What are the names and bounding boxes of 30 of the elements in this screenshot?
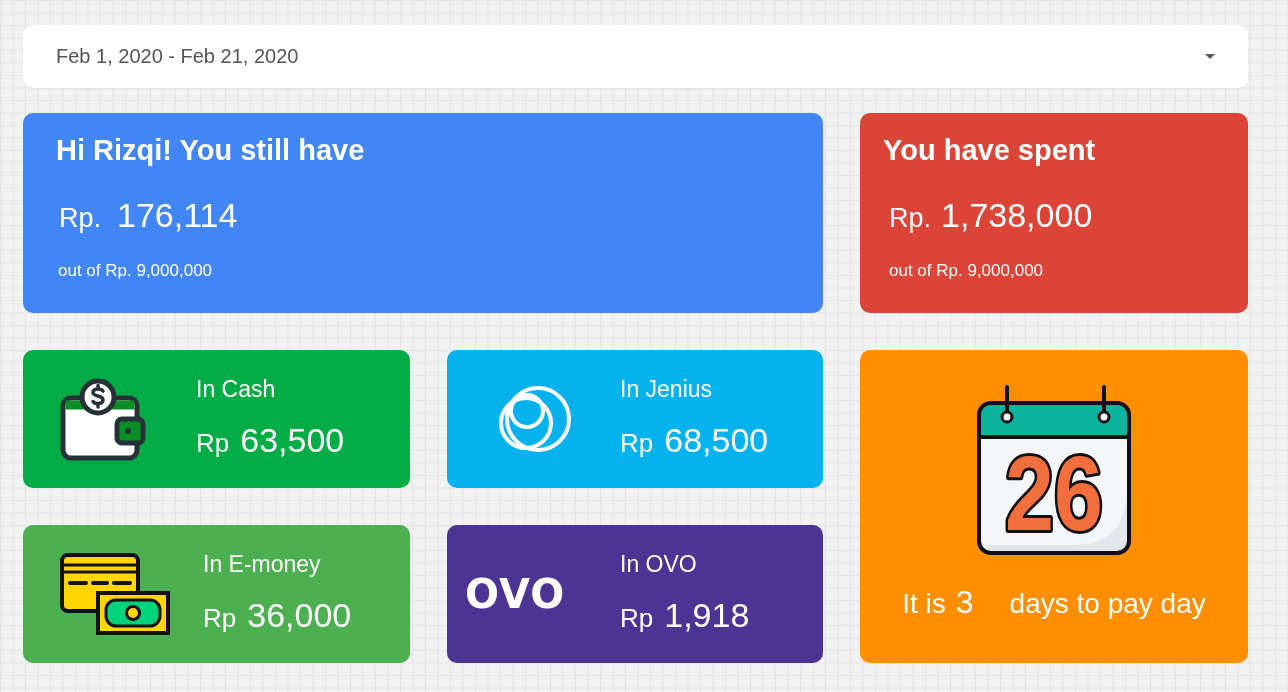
currency-label: Rp	[620, 428, 654, 460]
balance-label: In Cash	[196, 375, 276, 403]
amount-value: 1,918	[664, 595, 750, 636]
balance-label: In Jenius	[620, 375, 713, 403]
amount-value: 1,738,000	[941, 195, 1093, 236]
currency-label: Rp	[620, 603, 654, 635]
amount-value: 176,114	[117, 195, 238, 236]
amount-value: 68,500	[664, 420, 769, 461]
caret-down-icon	[1205, 54, 1215, 59]
summary-title: Hi Rizqi! You still have	[56, 133, 365, 168]
card-and-banknote-icon	[60, 553, 170, 635]
summary-title: You have spent	[883, 133, 1096, 168]
balance-label: In OVO	[620, 550, 697, 578]
currency-label: Rp.	[59, 202, 102, 235]
payday-suffix: days to pay day	[1009, 587, 1206, 621]
currency-label: Rp	[203, 603, 237, 635]
date-range-select[interactable]: Feb 1, 2020 - Feb 21, 2020	[23, 25, 1248, 88]
amount-value: 36,000	[247, 595, 352, 636]
amount-value: 63,500	[240, 420, 345, 461]
currency-label: Rp	[196, 428, 230, 460]
wallet-icon	[60, 377, 146, 461]
payday-prefix: It is	[902, 587, 946, 621]
rings-icon	[496, 386, 574, 452]
days-count: 3	[955, 583, 974, 622]
currency-label: Rp.	[889, 202, 932, 235]
ovo-logo: OVO	[465, 574, 566, 614]
balance-label: In E-money	[203, 550, 321, 578]
budget-note: out of Rp. 9,000,000	[58, 261, 213, 281]
budget-note: out of Rp. 9,000,000	[889, 261, 1044, 281]
calendar-date-number: 26	[1005, 434, 1103, 553]
